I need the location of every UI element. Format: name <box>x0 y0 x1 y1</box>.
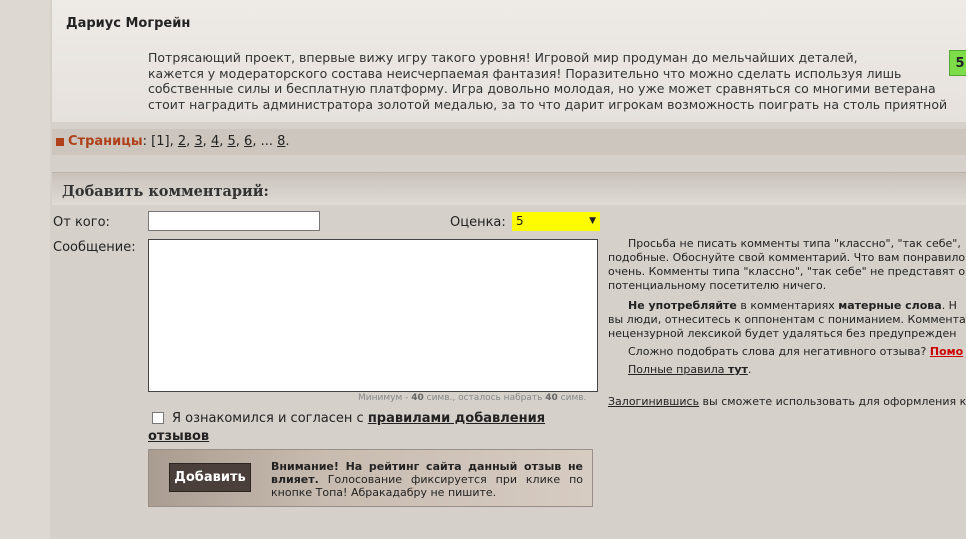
rules-line: нецензурной лексикой будет удаляться без… <box>608 327 957 340</box>
counter-left: 40 <box>545 393 558 403</box>
help-link[interactable]: Помо <box>930 345 963 358</box>
rules-line: очень. Комменты типа "классно", "так себ… <box>608 265 966 278</box>
rules-line: потенциальному посетителю ничего. <box>608 279 827 292</box>
rules-link-continued[interactable]: отзывов <box>148 429 209 444</box>
rules-text: вы сможете использовать для оформления к <box>699 395 966 408</box>
submit-button[interactable]: Добавить <box>169 463 251 492</box>
comment-rating-badge: 5 <box>949 50 966 76</box>
dropdown-arrow-icon: ▼ <box>589 216 596 226</box>
message-textarea[interactable] <box>148 239 598 392</box>
page-link-3[interactable]: 3 <box>194 134 202 149</box>
rules-line: Полные правила тут. <box>608 363 966 377</box>
agree-text-label: Я ознакомился и согласен с <box>172 411 368 426</box>
from-label: От кого: <box>53 215 110 230</box>
page-link-last[interactable]: 8 <box>277 134 285 149</box>
rules-text: . Н <box>941 299 957 312</box>
agree-checkbox[interactable] <box>152 412 164 424</box>
rules-text: Полные правила <box>628 363 728 376</box>
page-link-5[interactable]: 5 <box>227 134 235 149</box>
rules-line: подобные. Обоснуйте свой комментарий. Чт… <box>608 251 966 264</box>
rules-text: . <box>747 363 752 376</box>
form-header: Добавить комментарий: <box>52 172 966 205</box>
left-gutter <box>0 0 50 539</box>
page-link-6[interactable]: 6 <box>244 134 252 149</box>
rules-line: вы люди, отнеситесь к оппонентам с поним… <box>608 313 966 326</box>
comment-line: стоит наградить администратора золотой м… <box>148 96 948 112</box>
comment-block: Дариус Могрейн Потрясающий проект, вперв… <box>52 0 966 122</box>
rating-select-value: 5 <box>516 214 524 228</box>
square-bullet-icon <box>56 137 64 146</box>
rules-panel: Просьба не писать комменты типа "классно… <box>608 237 966 409</box>
rating-label: Оценка: <box>450 215 506 230</box>
page-link-2[interactable]: 2 <box>178 134 186 149</box>
rules-text: в комментариях <box>736 299 839 312</box>
form-title: Добавить комментарий: <box>62 183 269 200</box>
comment-line: кажется у модераторского состава неисчер… <box>148 65 902 81</box>
char-counter: Минимум - 40 симв., осталось набрать 40 … <box>358 393 586 403</box>
rules-line: Сложно подобрать слова для негативного о… <box>608 345 966 359</box>
pagination-label: Страницы <box>68 134 143 149</box>
rules-line: Просьба не писать комменты типа "классно… <box>628 237 961 250</box>
pagination: Страницы: [1], 2, 3, 4, 5, 6, ... 8. <box>52 129 966 155</box>
comment-author: Дариус Могрейн <box>66 16 191 31</box>
counter-prefix: Минимум - <box>358 393 412 403</box>
rules-bold: матерные слова <box>838 299 942 312</box>
rules-text: Сложно подобрать слова для негативного о… <box>628 345 930 358</box>
message-label: Сообщение: <box>53 240 136 255</box>
comment-text: Потрясающий проект, впервые вижу игру та… <box>148 50 966 112</box>
login-link[interactable]: Залогинившись <box>608 395 699 408</box>
rules-line: Залогинившись вы сможете использовать дл… <box>608 395 966 409</box>
pagination-current: [1] <box>151 134 170 149</box>
pagination-ellipsis: ... <box>260 134 273 149</box>
counter-min: 40 <box>411 393 424 403</box>
rules-link[interactable]: правилами добавления <box>368 411 545 426</box>
rules-line: Не употребляйте в комментариях матерные … <box>608 299 966 313</box>
from-input[interactable] <box>148 211 320 231</box>
rules-bold: Не употребляйте <box>628 299 737 312</box>
counter-suffix: симв. <box>557 393 587 403</box>
comment-line: собственные силы и бесплатную платформу.… <box>148 81 936 96</box>
rating-select[interactable]: 5 ▼ <box>512 212 600 231</box>
page-link-4[interactable]: 4 <box>211 134 219 149</box>
comment-line: Потрясающий проект, впервые вижу игру та… <box>148 50 858 65</box>
agree-text: Я ознакомился и согласен с правилами доб… <box>172 411 545 426</box>
counter-mid: симв., осталось набрать <box>423 393 546 403</box>
full-rules-link[interactable]: тут <box>728 363 748 376</box>
submit-notice: Внимание! На рейтинг сайта данный отзыв … <box>271 460 583 499</box>
submit-panel: Добавить Внимание! На рейтинг сайта данн… <box>148 449 593 507</box>
